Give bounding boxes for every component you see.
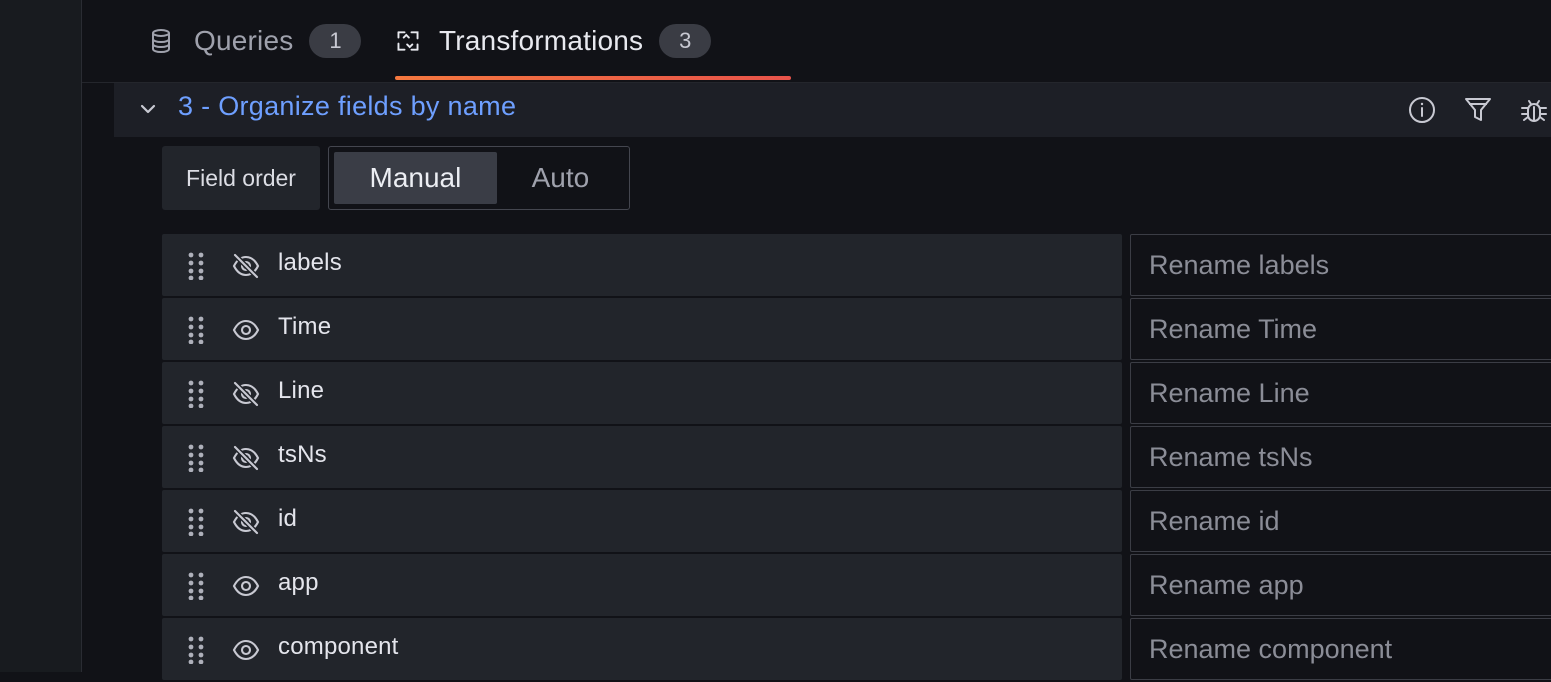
eye-icon[interactable] xyxy=(230,314,262,346)
field-order-label: Field order xyxy=(162,146,320,210)
drag-handle-icon[interactable] xyxy=(186,380,206,409)
field-item: Time xyxy=(162,298,1122,360)
field-row: Time xyxy=(162,298,1551,362)
eye-icon[interactable] xyxy=(230,570,262,602)
eye-icon[interactable] xyxy=(230,634,262,666)
chevron-down-icon[interactable] xyxy=(136,97,160,121)
database-icon xyxy=(148,28,174,54)
drag-handle-icon[interactable] xyxy=(186,444,206,473)
rename-field-input[interactable] xyxy=(1130,298,1551,360)
eye-slash-icon[interactable] xyxy=(230,442,262,474)
rename-field-input[interactable] xyxy=(1130,618,1551,680)
field-name: Time xyxy=(278,313,332,340)
field-item: app xyxy=(162,554,1122,616)
field-row: tsNs xyxy=(162,426,1551,490)
field-name: labels xyxy=(278,249,342,276)
editor-tabs: Queries 1 Transformations 3 xyxy=(82,0,1551,83)
drag-handle-icon[interactable] xyxy=(186,252,206,281)
drag-handle-icon[interactable] xyxy=(186,636,206,665)
rename-field-input[interactable] xyxy=(1130,426,1551,488)
active-tab-indicator xyxy=(395,76,791,80)
transformation-title: 3 - Organize fields by name xyxy=(178,91,517,121)
field-name: id xyxy=(278,505,298,532)
field-item: component xyxy=(162,618,1122,680)
eye-slash-icon[interactable] xyxy=(230,378,262,410)
bug-icon[interactable] xyxy=(1517,93,1551,127)
field-item: tsNs xyxy=(162,426,1122,488)
eye-slash-icon[interactable] xyxy=(230,506,262,538)
rename-field-input[interactable] xyxy=(1130,362,1551,424)
field-item: id xyxy=(162,490,1122,552)
transformation-actions xyxy=(1383,93,1551,127)
transformation-header[interactable]: 3 - Organize fields by name xyxy=(114,83,1551,137)
tab-queries[interactable]: Queries 1 xyxy=(148,0,362,82)
drag-handle-icon[interactable] xyxy=(186,316,206,345)
field-row: Line xyxy=(162,362,1551,426)
editor-main: Queries 1 Transformations 3 3 - Organize… xyxy=(82,0,1551,680)
field-list: labels Time Line tsNs id app component xyxy=(162,234,1551,682)
field-row: labels xyxy=(162,234,1551,298)
field-row: app xyxy=(162,554,1551,618)
field-name: Line xyxy=(278,377,325,404)
field-name: app xyxy=(278,569,319,596)
rename-field-input[interactable] xyxy=(1130,234,1551,296)
tab-queries-count: 1 xyxy=(309,24,362,58)
tab-transformations-label: Transformations xyxy=(439,25,644,56)
field-item: Line xyxy=(162,362,1122,424)
field-name: component xyxy=(278,633,399,660)
tab-queries-label: Queries xyxy=(194,25,294,56)
drag-handle-icon[interactable] xyxy=(186,508,206,537)
filter-icon[interactable] xyxy=(1461,93,1495,127)
info-icon[interactable] xyxy=(1405,93,1439,127)
rename-field-input[interactable] xyxy=(1130,490,1551,552)
drag-handle-icon[interactable] xyxy=(186,572,206,601)
field-row: id xyxy=(162,490,1551,554)
field-order-manual-button[interactable]: Manual xyxy=(334,152,497,204)
tab-transformations[interactable]: Transformations 3 xyxy=(395,0,791,82)
left-rail xyxy=(0,0,82,672)
field-order-toggle: Manual Auto xyxy=(328,146,630,210)
eye-slash-icon[interactable] xyxy=(230,250,262,282)
tab-transformations-count: 3 xyxy=(659,24,712,58)
field-item: labels xyxy=(162,234,1122,296)
field-row: component xyxy=(162,618,1551,682)
field-order-auto-button[interactable]: Auto xyxy=(497,152,624,204)
rename-field-input[interactable] xyxy=(1130,554,1551,616)
field-name: tsNs xyxy=(278,441,327,468)
transform-icon xyxy=(395,28,421,54)
